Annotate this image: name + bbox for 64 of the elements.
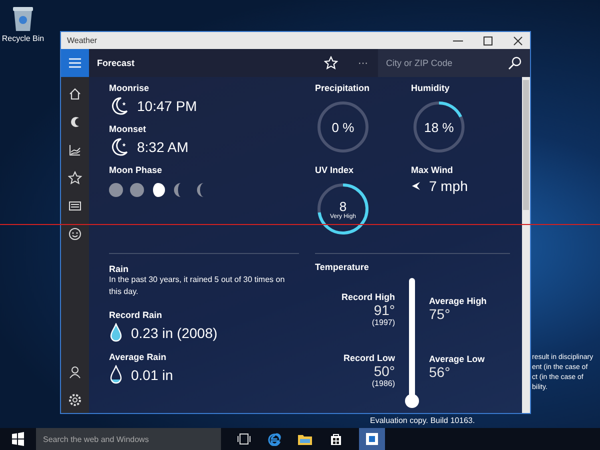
taskbar-search-field[interactable]: Search the web and Windows bbox=[36, 428, 221, 450]
home-icon[interactable] bbox=[68, 87, 82, 101]
evaluation-text: Evaluation copy. Build 10163. bbox=[370, 416, 475, 425]
item-value: 10:47 PM bbox=[137, 98, 197, 114]
close-icon[interactable] bbox=[512, 34, 524, 46]
maximize-icon[interactable] bbox=[482, 34, 494, 46]
item-label: Moonset bbox=[109, 124, 147, 134]
section-title: Temperature bbox=[315, 262, 370, 272]
item-value: 0.23 in (2008) bbox=[131, 324, 218, 340]
crescent-moon-icon bbox=[109, 137, 129, 157]
item-label: Precipitation bbox=[315, 83, 371, 93]
settings-icon[interactable] bbox=[68, 393, 82, 407]
circular-gauge bbox=[414, 102, 464, 152]
record-year: (1986) bbox=[372, 379, 395, 388]
menu-icon bbox=[68, 57, 82, 69]
temperature-value: 50° bbox=[374, 363, 395, 379]
recycle-bin-icon[interactable] bbox=[10, 4, 36, 32]
water-drop-icon bbox=[109, 323, 123, 342]
windows-start-icon[interactable] bbox=[11, 432, 25, 446]
star-icon[interactable] bbox=[68, 171, 82, 185]
rain-description: In the past 30 years, it rained 5 out of 30 times on this day. bbox=[109, 274, 286, 298]
smiley-icon[interactable] bbox=[68, 227, 82, 241]
item-label: Record Rain bbox=[109, 310, 164, 320]
crescent-moon-icon bbox=[109, 96, 129, 116]
item-value: 7 mph bbox=[429, 178, 468, 194]
section-title: Rain bbox=[109, 264, 130, 274]
item-label: Humidity bbox=[411, 83, 451, 93]
item-label: Record High bbox=[341, 292, 395, 302]
temperature-value: 75° bbox=[429, 306, 452, 322]
search-icon[interactable] bbox=[508, 56, 522, 70]
store-bag-icon[interactable] bbox=[329, 432, 343, 446]
gauge-value: 18 % bbox=[424, 120, 454, 134]
menu-button[interactable] bbox=[61, 49, 89, 77]
item-label: UV Index bbox=[315, 165, 355, 175]
folder-icon[interactable] bbox=[297, 432, 313, 446]
gauge-value: 0 % bbox=[332, 120, 354, 134]
item-label: Moon Phase bbox=[109, 165, 164, 175]
task-view-icon[interactable] bbox=[237, 433, 251, 445]
page-title: Forecast bbox=[97, 58, 136, 68]
item-label: Moonrise bbox=[109, 83, 150, 93]
temperature-value: 56° bbox=[429, 364, 452, 380]
chart-icon[interactable] bbox=[68, 143, 82, 157]
circular-gauge bbox=[318, 184, 368, 234]
record-year: (1997) bbox=[372, 318, 395, 327]
more-button[interactable]: ··· bbox=[352, 58, 374, 68]
water-drop-icon bbox=[109, 365, 123, 384]
search-field[interactable]: City or ZIP Code bbox=[378, 49, 530, 77]
window-title: Weather bbox=[67, 36, 98, 45]
news-icon[interactable] bbox=[68, 199, 82, 213]
item-label: Average High bbox=[429, 296, 487, 306]
item-label: Average Rain bbox=[109, 352, 168, 362]
circular-gauge bbox=[318, 102, 368, 152]
item-label: Average Low bbox=[429, 354, 486, 364]
item-label: Record Low bbox=[343, 353, 395, 363]
temperature-value: 91° bbox=[374, 302, 395, 318]
scrollbar[interactable] bbox=[522, 77, 530, 413]
person-icon[interactable] bbox=[68, 365, 82, 379]
item-value: 0.01 in bbox=[131, 366, 174, 382]
gauge-value: 8 bbox=[339, 198, 347, 214]
item-label: Max Wind bbox=[411, 165, 454, 175]
wind-direction-icon bbox=[411, 181, 421, 191]
desktop-icon-label[interactable]: Recycle Bin bbox=[2, 34, 44, 43]
taskbar-app-button[interactable] bbox=[359, 428, 385, 450]
item-value: 8:32 AM bbox=[137, 139, 188, 155]
